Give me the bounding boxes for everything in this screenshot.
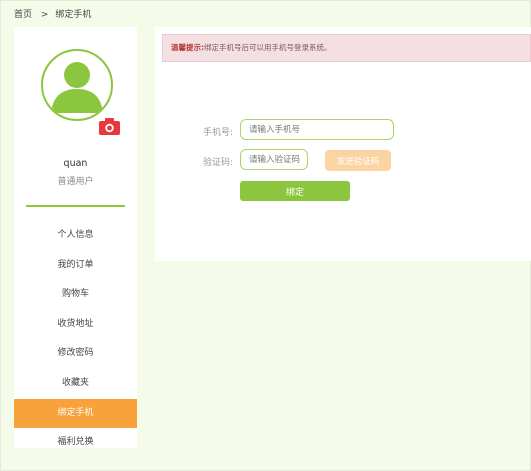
phone-label: 手机号: xyxy=(202,128,233,138)
breadcrumb-separator: > xyxy=(40,10,49,20)
sidebar: quan 普通用户 个人信息 我的订单 购物车 收货地址 修改密码 收藏夹 绑定… xyxy=(14,27,137,448)
breadcrumb: 首页 > 绑定手机 xyxy=(14,7,92,20)
sidebar-item-bind-phone[interactable]: 绑定手机 xyxy=(14,398,137,429)
sidebar-item-profile[interactable]: 个人信息 xyxy=(14,221,137,251)
sidebar-item-address[interactable]: 收货地址 xyxy=(14,310,137,340)
user-type: 普通用户 xyxy=(57,177,94,187)
tip-text: 绑定手机号后可以用手机号登录系统。 xyxy=(204,43,332,52)
sidebar-item-change-password[interactable]: 修改密码 xyxy=(14,339,137,369)
code-label: 验证码: xyxy=(202,158,233,168)
sidebar-item-orders[interactable]: 我的订单 xyxy=(14,251,137,281)
sidebar-item-cart[interactable]: 购物车 xyxy=(14,280,137,310)
phone-input[interactable] xyxy=(240,119,394,140)
send-code-button[interactable]: 发送验证码 xyxy=(325,150,391,171)
breadcrumb-current: 绑定手机 xyxy=(55,10,92,20)
bind-button[interactable]: 绑定 xyxy=(240,181,350,201)
sidebar-divider xyxy=(26,205,125,207)
avatar[interactable] xyxy=(41,49,120,135)
verification-code-input[interactable] xyxy=(240,149,308,170)
tip-title: 温馨提示: xyxy=(171,43,204,52)
sidebar-item-rewards[interactable]: 福利兑换 xyxy=(14,428,137,458)
user-avatar-icon xyxy=(41,49,113,121)
sidebar-item-favorites[interactable]: 收藏夹 xyxy=(14,369,137,399)
tip-box: 温馨提示:绑定手机号后可以用手机号登录系统。 xyxy=(162,34,531,62)
sidebar-menu: 个人信息 我的订单 购物车 收货地址 修改密码 收藏夹 绑定手机 福利兑换 xyxy=(14,221,137,458)
breadcrumb-home-link[interactable]: 首页 xyxy=(14,10,32,20)
bind-phone-panel: 温馨提示:绑定手机号后可以用手机号登录系统。 手机号: 验证码: 发送验证码 绑… xyxy=(155,27,531,261)
username: quan xyxy=(63,158,88,169)
camera-icon[interactable] xyxy=(99,118,120,135)
